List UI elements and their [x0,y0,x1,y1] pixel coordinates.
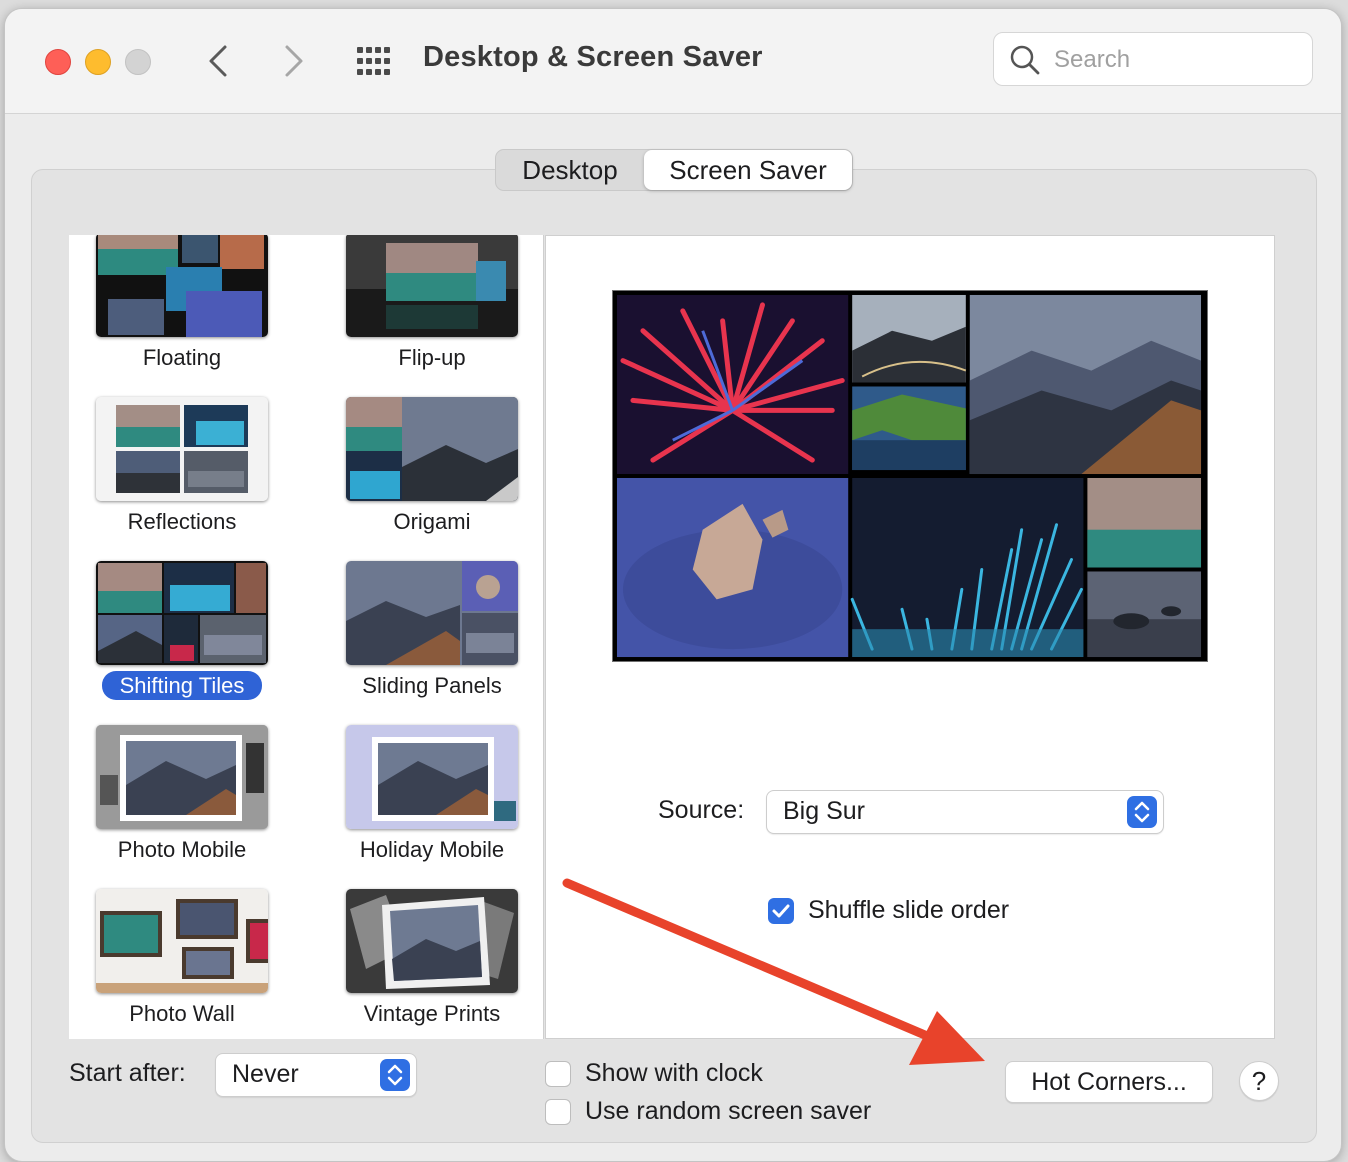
saver-thumbnail [96,889,268,993]
selected-saver-label: Shifting Tiles [101,671,263,700]
stepper-icon [380,1059,410,1091]
saver-label: Origami [393,509,471,534]
random-saver-checkbox[interactable] [545,1099,571,1125]
saver-thumbnail [346,889,518,993]
close-button[interactable] [45,49,71,75]
saver-photo-wall[interactable]: Photo Wall [69,889,289,1039]
shuffle-label: Shuffle slide order [808,896,1010,924]
stepper-icon [1127,796,1157,828]
saver-thumbnail [96,235,268,337]
saver-label: Vintage Prints [363,1001,501,1026]
saver-origami[interactable]: Origami [319,397,539,547]
saver-label: Floating [142,345,222,370]
saver-thumbnail [96,397,268,501]
zoom-button[interactable] [125,49,151,75]
show-clock-checkbox[interactable] [545,1061,571,1087]
saver-holiday-mobile[interactable]: Holiday Mobile [319,725,539,875]
search-input[interactable] [1052,41,1296,79]
screen-saver-list[interactable]: Floating Flip-up Reflections Origami Shi… [69,235,544,1039]
search-icon [1010,45,1040,75]
saver-photo-mobile[interactable]: Photo Mobile [69,725,289,875]
hot-corners-button[interactable]: Hot Corners... [1005,1061,1213,1103]
source-label: Source: [658,796,745,824]
show-clock-label: Show with clock [585,1059,763,1087]
checkmark-icon [772,904,790,918]
title-bar: Desktop & Screen Saver [5,9,1341,114]
saver-label: Holiday Mobile [359,837,505,862]
shuffle-checkbox[interactable] [768,898,794,924]
show-all-button[interactable] [355,45,395,79]
saver-thumbnail [346,725,518,829]
start-after-select[interactable]: Never [215,1053,417,1097]
saver-label: Reflections [127,509,237,534]
help-button[interactable]: ? [1239,1061,1279,1101]
tab-control: Desktop Screen Saver [495,149,853,191]
saver-thumbnail [96,725,268,829]
saver-flip-up[interactable]: Flip-up [319,235,539,383]
saver-shifting-tiles[interactable]: Shifting Tiles [69,561,289,711]
chevron-left-icon [209,45,227,77]
options-panel: Source: Big Sur Shuffle slide order [545,235,1275,1039]
saver-reflections[interactable]: Reflections [69,397,289,547]
saver-label: Flip-up [398,345,466,370]
window-title: Desktop & Screen Saver [423,41,763,73]
start-after-value: Never [232,1060,299,1088]
start-after-label: Start after: [69,1059,186,1087]
saver-thumbnail [346,561,518,665]
saver-label: Photo Mobile [117,837,247,862]
forward-button[interactable] [273,39,313,83]
saver-sliding-panels[interactable]: Sliding Panels [319,561,539,711]
saver-label: Shifting Tiles [69,671,295,701]
screen-saver-preview [612,290,1208,662]
tab-screen-saver[interactable]: Screen Saver [644,150,852,190]
saver-thumbnail [346,235,518,337]
search-field[interactable] [993,32,1313,86]
chevron-right-icon [285,45,303,77]
minimize-button[interactable] [85,49,111,75]
random-saver-label: Use random screen saver [585,1097,872,1125]
saver-label: Sliding Panels [362,673,502,698]
tab-desktop[interactable]: Desktop [496,150,644,190]
preferences-window: Desktop & Screen Saver Desktop Screen Sa… [4,8,1342,1162]
source-select[interactable]: Big Sur [766,790,1164,834]
source-value: Big Sur [783,797,865,825]
saver-thumbnail [346,397,518,501]
saver-vintage-prints[interactable]: Vintage Prints [319,889,539,1039]
grid-icon [357,47,390,75]
saver-label: Photo Wall [129,1001,235,1026]
back-button[interactable] [199,39,239,83]
saver-floating[interactable]: Floating [69,235,289,383]
saver-thumbnail [96,561,268,665]
